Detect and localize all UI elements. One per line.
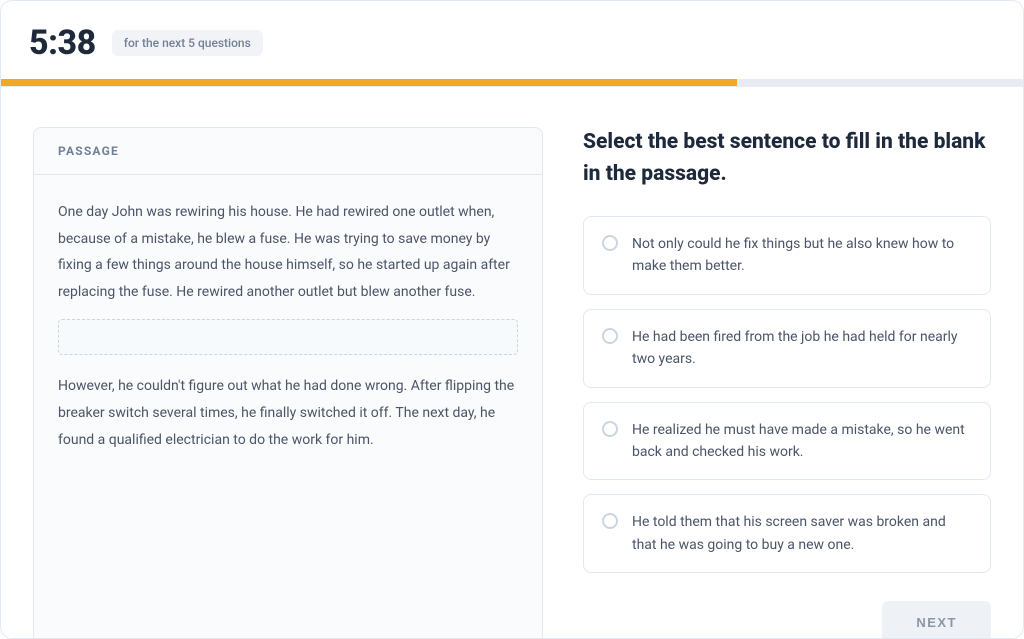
progress-fill — [1, 79, 737, 86]
timer-note: for the next 5 questions — [112, 30, 263, 56]
passage-panel: PASSAGE One day John was rewiring his ho… — [33, 127, 543, 639]
radio-icon — [602, 235, 618, 251]
passage-label: PASSAGE — [34, 128, 542, 175]
question-prompt: Select the best sentence to fill in the … — [583, 127, 991, 190]
option-label: He had been fired from the job he had he… — [632, 326, 972, 371]
option-1[interactable]: He had been fired from the job he had he… — [583, 309, 991, 388]
option-3[interactable]: He told them that his screen saver was b… — [583, 494, 991, 573]
blank-slot[interactable] — [58, 319, 518, 355]
footer: NEXT — [583, 601, 991, 639]
progress-bar — [1, 79, 1023, 86]
header: 5:38 for the next 5 questions — [1, 1, 1023, 79]
content-area: PASSAGE One day John was rewiring his ho… — [1, 87, 1023, 639]
quiz-page: 5:38 for the next 5 questions PASSAGE On… — [0, 0, 1024, 639]
radio-icon — [602, 328, 618, 344]
option-label: Not only could he fix things but he also… — [632, 233, 972, 278]
next-button[interactable]: NEXT — [882, 601, 991, 639]
passage-paragraph-2: However, he couldn't figure out what he … — [58, 373, 518, 453]
radio-icon — [602, 421, 618, 437]
question-panel: Select the best sentence to fill in the … — [583, 127, 991, 639]
option-label: He realized he must have made a mistake,… — [632, 419, 972, 464]
passage-body: One day John was rewiring his house. He … — [34, 175, 542, 487]
timer-display: 5:38 — [29, 23, 96, 63]
option-2[interactable]: He realized he must have made a mistake,… — [583, 402, 991, 481]
option-label: He told them that his screen saver was b… — [632, 511, 972, 556]
radio-icon — [602, 513, 618, 529]
passage-paragraph-1: One day John was rewiring his house. He … — [58, 199, 518, 305]
options-list: Not only could he fix things but he also… — [583, 216, 991, 573]
option-0[interactable]: Not only could he fix things but he also… — [583, 216, 991, 295]
